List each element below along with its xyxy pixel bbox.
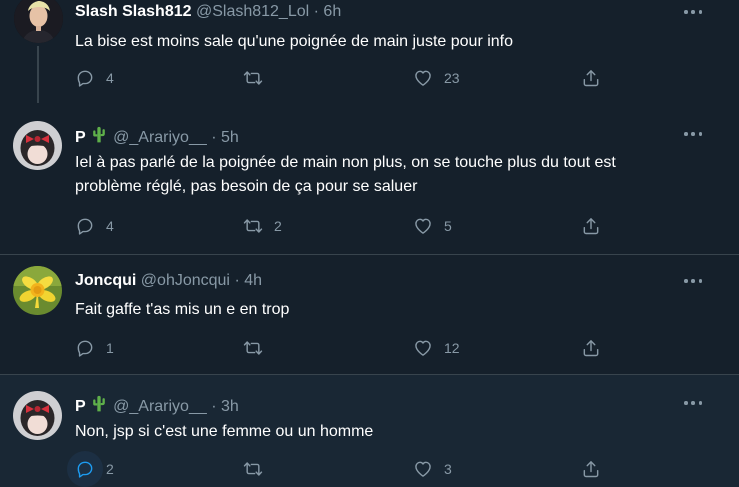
tweet-actions: 1 12 bbox=[75, 336, 615, 360]
reply-count: 4 bbox=[106, 70, 114, 86]
share-icon bbox=[581, 338, 601, 358]
more-icon[interactable] bbox=[684, 395, 702, 411]
avatar[interactable] bbox=[14, 0, 63, 43]
reply-button[interactable]: 1 bbox=[75, 336, 114, 360]
user-handle[interactable]: @Slash812_Lol bbox=[196, 3, 309, 20]
avatar-person-blonde-icon bbox=[14, 0, 63, 43]
tweet[interactable]: Slash Slash812 @Slash812_Lol · 6h La bis… bbox=[0, 0, 739, 103]
more-icon[interactable] bbox=[684, 126, 702, 142]
retweet-icon bbox=[243, 338, 263, 358]
like-count: 5 bbox=[444, 218, 452, 234]
separator-dot: · bbox=[211, 129, 217, 146]
like-icon bbox=[413, 68, 433, 88]
retweet-button[interactable] bbox=[243, 336, 274, 360]
share-icon bbox=[581, 459, 601, 479]
retweet-icon bbox=[243, 216, 263, 236]
retweet-button[interactable]: 2 bbox=[243, 214, 282, 238]
like-count: 12 bbox=[444, 340, 460, 356]
tweet[interactable]: Joncqui @ohJoncqui · 4h Fait gaffe t'as … bbox=[0, 255, 739, 375]
timestamp[interactable]: 5h bbox=[221, 129, 239, 146]
share-icon bbox=[581, 68, 601, 88]
display-name[interactable]: P bbox=[75, 398, 86, 415]
tweet-text: Iel à pas parlé de la poignée de main no… bbox=[75, 154, 616, 195]
reply-icon bbox=[75, 338, 95, 358]
timestamp[interactable]: 3h bbox=[221, 398, 239, 415]
retweet-icon bbox=[243, 68, 263, 88]
tweet[interactable]: P @_Arariyo__ · 3h Non, jsp si c'est une… bbox=[0, 375, 739, 487]
tweet[interactable]: P @_Arariyo__ · 5h Iel à pas parlé de la… bbox=[0, 103, 739, 255]
reply-count: 4 bbox=[106, 218, 114, 234]
tweet-actions: 4 23 bbox=[75, 66, 615, 90]
tweet-actions: 4 2 5 bbox=[75, 214, 615, 238]
reply-icon bbox=[75, 459, 95, 479]
like-count: 3 bbox=[444, 461, 452, 477]
like-icon bbox=[413, 216, 433, 236]
tweet-actions: 2 3 bbox=[67, 451, 615, 487]
like-button[interactable]: 5 bbox=[413, 214, 452, 238]
reply-button[interactable]: 2 bbox=[67, 451, 114, 487]
tweet-header: Slash Slash812 @Slash812_Lol · 6h bbox=[75, 2, 341, 22]
share-icon bbox=[581, 216, 601, 236]
avatar-girl-red-bow-icon bbox=[13, 121, 62, 170]
display-name[interactable]: Slash Slash812 bbox=[75, 3, 192, 20]
avatar[interactable] bbox=[13, 391, 62, 440]
share-button[interactable] bbox=[581, 457, 601, 481]
avatar-daffodil-icon bbox=[13, 266, 62, 315]
more-icon[interactable] bbox=[684, 4, 702, 20]
tweet-header: Joncqui @ohJoncqui · 4h bbox=[75, 271, 262, 291]
retweet-count: 2 bbox=[274, 218, 282, 234]
separator-dot: · bbox=[211, 398, 217, 415]
user-handle[interactable]: @_Arariyo__ bbox=[113, 398, 207, 415]
more-icon[interactable] bbox=[684, 273, 702, 289]
like-icon bbox=[413, 338, 433, 358]
retweet-icon bbox=[243, 459, 263, 479]
like-icon bbox=[413, 459, 433, 479]
avatar-girl-red-bow-icon bbox=[13, 391, 62, 440]
reply-button[interactable]: 4 bbox=[75, 66, 114, 90]
reply-icon bbox=[75, 68, 95, 88]
thread-line bbox=[37, 46, 39, 103]
retweet-button[interactable] bbox=[243, 457, 274, 481]
tweet-header: P @_Arariyo__ · 3h bbox=[75, 393, 239, 417]
share-button[interactable] bbox=[581, 66, 601, 90]
share-button[interactable] bbox=[581, 336, 601, 360]
tweet-header: P @_Arariyo__ · 5h bbox=[75, 124, 239, 148]
separator-dot: · bbox=[234, 272, 240, 289]
like-button[interactable]: 3 bbox=[413, 457, 452, 481]
cactus-icon bbox=[89, 124, 109, 144]
reply-count: 1 bbox=[106, 340, 114, 356]
display-name[interactable]: P bbox=[75, 129, 86, 146]
tweet-text: Fait gaffe t'as mis un e en trop bbox=[75, 301, 290, 318]
timestamp[interactable]: 6h bbox=[323, 3, 341, 20]
display-name[interactable]: Joncqui bbox=[75, 272, 136, 289]
reply-button[interactable]: 4 bbox=[75, 214, 114, 238]
user-handle[interactable]: @ohJoncqui bbox=[141, 272, 230, 289]
tweet-text: Non, jsp si c'est une femme ou un homme bbox=[75, 423, 374, 440]
retweet-button[interactable] bbox=[243, 66, 274, 90]
like-count: 23 bbox=[444, 70, 460, 86]
separator-dot: · bbox=[313, 3, 319, 20]
like-button[interactable]: 12 bbox=[413, 336, 460, 360]
avatar[interactable] bbox=[13, 266, 62, 315]
reply-icon bbox=[75, 216, 95, 236]
like-button[interactable]: 23 bbox=[413, 66, 460, 90]
user-handle[interactable]: @_Arariyo__ bbox=[113, 129, 207, 146]
share-button[interactable] bbox=[581, 214, 601, 238]
avatar[interactable] bbox=[13, 121, 62, 170]
cactus-icon bbox=[89, 393, 109, 413]
reply-count: 2 bbox=[106, 461, 114, 477]
timestamp[interactable]: 4h bbox=[244, 272, 262, 289]
tweet-text: La bise est moins sale qu'une poignée de… bbox=[75, 33, 514, 50]
